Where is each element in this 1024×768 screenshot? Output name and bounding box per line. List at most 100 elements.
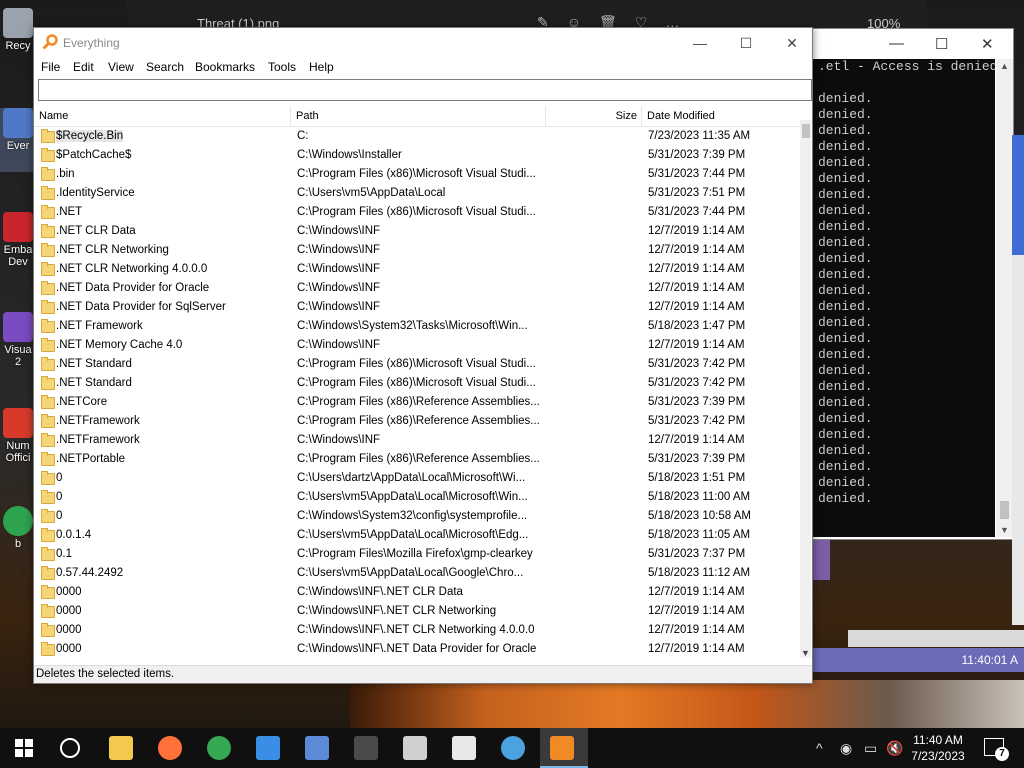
taskbar-clock[interactable]: 11:40 AM 7/23/2023: [903, 732, 973, 764]
console-titlebar[interactable]: — ☐ ✕: [809, 29, 1013, 59]
scroll-up-icon[interactable]: ▲: [1000, 61, 1009, 71]
result-row[interactable]: 0000 C:\Windows\INF\.NET CLR Data 12/7/201…: [34, 583, 800, 602]
desktop-icon-chrome[interactable]: b: [0, 506, 36, 550]
window-titlebar[interactable]: Everything — ☐ ✕: [34, 28, 812, 58]
scroll-thumb[interactable]: [1000, 501, 1009, 519]
result-row[interactable]: .NETPortable C:\Program Files (x86)\Refer…: [34, 450, 800, 469]
desktop-icon-numbers[interactable]: Num Offici: [0, 408, 36, 464]
network-status-icon[interactable]: ◉: [840, 740, 852, 757]
result-name: 0.1: [56, 545, 288, 564]
desktop-icon-recycle-bin[interactable]: Recy: [0, 8, 36, 52]
tray-overflow-icon[interactable]: ^: [816, 740, 823, 756]
photos-icon[interactable]: [256, 736, 280, 760]
result-row[interactable]: .NET Data Provider for Oracle C:\Windows\…: [34, 279, 800, 298]
result-row[interactable]: .NET CLR Networking 4.0.0.0 C:\Windows\IN…: [34, 260, 800, 279]
start-button[interactable]: [15, 739, 33, 757]
desktop-icon-visual-studio[interactable]: Visua 2: [0, 312, 36, 368]
network-icon[interactable]: ▭: [864, 740, 877, 757]
search-icon[interactable]: [60, 738, 80, 758]
desktop-icon-embarcadero[interactable]: Emba Dev: [0, 212, 36, 268]
menu-tools[interactable]: Tools: [268, 60, 296, 74]
result-path: C:\Windows\INF: [297, 301, 381, 313]
menu-search[interactable]: Search: [146, 60, 184, 74]
close-button[interactable]: ✕: [769, 31, 815, 55]
close-icon[interactable]: ✕: [981, 35, 994, 53]
everything-window[interactable]: Everything — ☐ ✕ File Edit View Search B…: [33, 27, 813, 684]
file-explorer-icon[interactable]: [109, 736, 133, 760]
folder-icon: [41, 395, 55, 409]
result-row[interactable]: .NET Memory Cache 4.0 C:\Windows\INF 12/7/…: [34, 336, 800, 355]
result-row[interactable]: 0 C:\Windows\System32\config\systemprofil…: [34, 507, 800, 526]
desktop-icon-everything[interactable]: Ever: [0, 108, 36, 172]
result-row[interactable]: 0.57.44.2492 C:\Users\vm5\AppData\Local\G…: [34, 564, 800, 583]
result-name-text: .NET CLR Networking: [56, 244, 169, 256]
background-window-scrollbar[interactable]: [1012, 255, 1024, 625]
result-row[interactable]: .NETFramework C:\Windows\INF 12/7/2019 1:1…: [34, 431, 800, 450]
column-path[interactable]: Path: [291, 106, 546, 126]
maximize-icon[interactable]: ☐: [935, 35, 948, 53]
maximize-button[interactable]: ☐: [723, 31, 769, 55]
result-row[interactable]: 0000 C:\Windows\INF\.NET CLR Networking 12…: [34, 602, 800, 621]
menu-file[interactable]: File: [41, 60, 60, 74]
firefox-icon[interactable]: [158, 736, 182, 760]
result-row[interactable]: .NET Framework C:\Windows\System32\Tasks\…: [34, 317, 800, 336]
console-window[interactable]: — ☐ ✕ .etl - Access is denied denied. deni…: [808, 28, 1014, 540]
menu-view[interactable]: View: [108, 60, 134, 74]
chrome-icon[interactable]: [207, 736, 231, 760]
volume-muted-icon[interactable]: 🔇: [886, 740, 903, 757]
result-row[interactable]: .NETCore C:\Program Files (x86)\Reference…: [34, 393, 800, 412]
menu-help[interactable]: Help: [309, 60, 334, 74]
result-row[interactable]: 0.1 C:\Program Files\Mozilla Firefox\gmp-…: [34, 545, 800, 564]
result-row[interactable]: 0.0.1.4 C:\Users\vm5\AppData\Local\Micros…: [34, 526, 800, 545]
result-name-text: .NETPortable: [56, 453, 126, 465]
menu-edit[interactable]: Edit: [73, 60, 94, 74]
column-date-modified[interactable]: Date Modified: [642, 106, 800, 126]
folder-icon: [41, 148, 55, 162]
result-row[interactable]: .NET CLR Data C:\Windows\INF 12/7/2019 1:1…: [34, 222, 800, 241]
search-input[interactable]: [38, 79, 812, 101]
result-row[interactable]: .IdentityService C:\Users\vm5\AppData\Loc…: [34, 184, 800, 203]
result-date: 12/7/2019 1:14 AM: [648, 434, 745, 446]
result-row[interactable]: 0 C:\Users\dartz\AppData\Local\Microsoft\…: [34, 469, 800, 488]
remote-desktop-icon[interactable]: [305, 736, 329, 760]
result-row[interactable]: $Recycle.Bin C: 7/23/2023 11:35 AM: [34, 127, 800, 146]
result-row[interactable]: .NET Data Provider for SqlServer C:\Windo…: [34, 298, 800, 317]
package-icon[interactable]: [403, 736, 427, 760]
result-name: .IdentityService: [56, 184, 288, 203]
result-row[interactable]: 0000 C:\Windows\INF\.NET CLR Networking 4…: [34, 621, 800, 640]
result-row[interactable]: .NET CLR Networking C:\Windows\INF 12/7/20…: [34, 241, 800, 260]
result-name-text: .IdentityService: [56, 187, 135, 199]
terminal-icon[interactable]: [354, 736, 378, 760]
column-size[interactable]: Size: [546, 106, 642, 126]
disc-burner-icon[interactable]: [501, 736, 525, 760]
results-scrollbar[interactable]: ▲ ▼: [800, 120, 811, 658]
result-row[interactable]: .NET C:\Program Files (x86)\Microsoft Vis…: [34, 203, 800, 222]
background-window-hscroll[interactable]: [848, 630, 1024, 647]
menu-bookmarks[interactable]: Bookmarks: [195, 60, 255, 74]
minimize-icon[interactable]: —: [889, 35, 904, 52]
result-name-text: 0.57.44.2492: [56, 567, 124, 579]
scroll-thumb[interactable]: [802, 124, 810, 138]
scroll-down-icon[interactable]: ▼: [801, 648, 810, 658]
result-row[interactable]: .NET Standard C:\Program Files (x86)\Micr…: [34, 355, 800, 374]
console-line: denied.: [818, 107, 873, 122]
result-row[interactable]: $PatchCache$ C:\Windows\Installer 5/31/202…: [34, 146, 800, 165]
result-row[interactable]: 0 C:\Users\vm5\AppData\Local\Microsoft\Wi…: [34, 488, 800, 507]
result-date: 12/7/2019 1:14 AM: [648, 301, 745, 313]
scroll-down-icon[interactable]: ▼: [1000, 525, 1009, 535]
7zip-icon[interactable]: [452, 736, 476, 760]
minimize-button[interactable]: —: [677, 31, 723, 55]
console-scrollbar[interactable]: ▲ ▼: [996, 59, 1013, 537]
chrome-icon: [3, 506, 33, 536]
result-row[interactable]: .bin C:\Program Files (x86)\Microsoft Vis…: [34, 165, 800, 184]
folder-icon: [41, 509, 55, 523]
result-date: 12/7/2019 1:14 AM: [648, 643, 745, 655]
notification-center-icon[interactable]: 7: [984, 738, 1009, 761]
result-row[interactable]: .NETFramework C:\Program Files (x86)\Refe…: [34, 412, 800, 431]
column-name[interactable]: Name: [34, 106, 291, 126]
numbers-icon: [3, 408, 33, 438]
result-row[interactable]: 0000 C:\Windows\INF\.NET Data Provider fo…: [34, 640, 800, 659]
results-list[interactable]: $Recycle.Bin C: 7/23/2023 11:35 AM $PatchCa…: [34, 127, 800, 659]
everything-icon[interactable]: [550, 736, 574, 760]
result-row[interactable]: .NET Standard C:\Program Files (x86)\Micr…: [34, 374, 800, 393]
